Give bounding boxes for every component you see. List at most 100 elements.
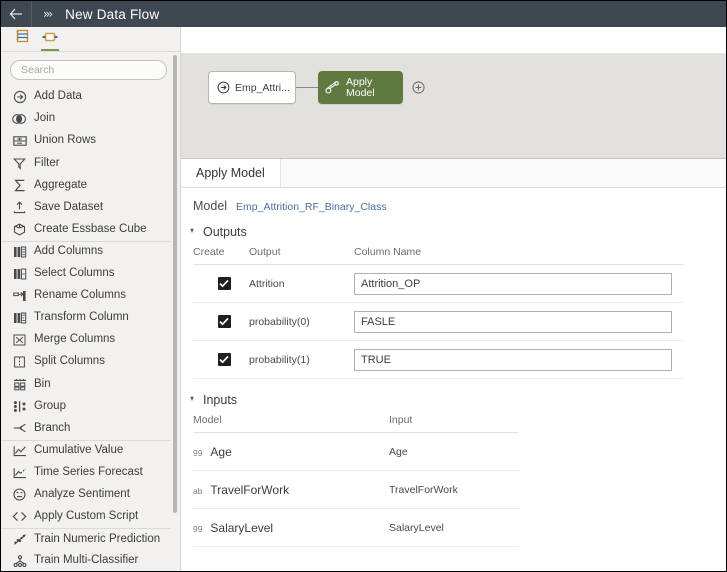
sidebar-item-merge-columns[interactable]: Merge Columns: [1, 329, 170, 351]
back-button[interactable]: [1, 1, 32, 27]
step-list: Add Data Join Union Rows: [1, 86, 180, 571]
sidebar-item-label: Time Series Forecast: [34, 467, 143, 479]
sidebar-item-aggregate[interactable]: Aggregate: [1, 174, 170, 196]
cube-icon: [12, 223, 27, 237]
sidebar-item-filter[interactable]: Filter: [1, 152, 170, 174]
model-value-link[interactable]: Emp_Attrition_RF_Binary_Class: [236, 201, 387, 213]
sidebar-item-analyze-sentiment[interactable]: Analyze Sentiment: [1, 484, 170, 506]
apply-model-icon: [325, 80, 341, 95]
bin-icon: [12, 377, 27, 391]
sidebar-item-train-numeric-prediction[interactable]: Train Numeric Prediction: [1, 528, 170, 550]
input-field-cell[interactable]: Age: [389, 433, 519, 471]
outputs-table-header-row: Create Output Column Name: [193, 246, 684, 265]
chevrons-right-icon: »›: [43, 7, 51, 21]
sidebar-item-label: Transform Column: [34, 312, 129, 324]
sidebar-item-add-data[interactable]: Add Data: [1, 86, 170, 108]
sidebar-item-split-columns[interactable]: Split Columns: [1, 351, 170, 373]
sidebar-item-rename-columns[interactable]: Rename Columns: [1, 285, 170, 307]
sidebar-item-label: Analyze Sentiment: [34, 489, 130, 501]
column-name-input[interactable]: [354, 311, 672, 333]
source-dataset-node[interactable]: Emp_Attri...: [208, 71, 296, 104]
inputs-col-input: Input: [389, 414, 519, 433]
triangle-collapse-icon: ▾: [190, 395, 200, 403]
sidebar-item-label: Bin: [34, 379, 51, 391]
sidebar-item-join[interactable]: Join: [1, 108, 170, 130]
table-row: Attrition: [193, 265, 684, 303]
inputs-table: Model Input 99 Age Age: [193, 414, 519, 547]
sidebar-item-create-essbase-cube[interactable]: Create Essbase Cube: [1, 219, 170, 241]
sidebar-item-branch[interactable]: Branch: [1, 417, 170, 439]
code-brackets-icon: [12, 510, 27, 524]
cumulative-value-icon: [12, 444, 27, 458]
column-name-input[interactable]: [354, 273, 672, 295]
create-checkbox[interactable]: [218, 315, 231, 328]
apply-model-node[interactable]: Apply Model: [318, 71, 403, 104]
outputs-table: Create Output Column Name: [193, 246, 684, 379]
sidebar-item-union-rows[interactable]: Union Rows: [1, 130, 170, 152]
sidebar-item-label: Create Essbase Cube: [34, 224, 147, 236]
sidebar-item-add-columns[interactable]: Add Columns: [1, 241, 170, 263]
create-checkbox[interactable]: [218, 353, 231, 366]
column-name-input[interactable]: [354, 349, 672, 371]
sidebar-item-select-columns[interactable]: Select Columns: [1, 263, 170, 285]
sidebar-item-label: Split Columns: [34, 356, 105, 368]
tab-apply-model[interactable]: Apply Model: [181, 159, 281, 187]
node-chain: Emp_Attri... Apply: [208, 71, 425, 104]
search-input[interactable]: [10, 60, 167, 80]
sidebar-item-label: Add Columns: [34, 246, 103, 258]
sidebar-item-label: Group: [34, 401, 66, 413]
datasets-tab[interactable]: [8, 26, 36, 51]
join-icon: [12, 112, 27, 126]
rename-columns-icon: [12, 289, 27, 303]
inputs-section-label: Inputs: [203, 393, 237, 407]
inputs-col-model: Model: [193, 414, 389, 433]
sidebar-item-transform-column[interactable]: Transform Column: [1, 307, 170, 329]
group-icon: [12, 399, 27, 413]
union-rows-icon: [12, 134, 27, 148]
sidebar-item-label: Rename Columns: [34, 290, 126, 302]
save-dataset-icon: [12, 201, 27, 215]
outputs-col-create: Create: [193, 246, 249, 265]
add-step-button[interactable]: [412, 81, 425, 94]
outputs-col-output: Output: [249, 246, 354, 265]
output-name-cell: probability(1): [249, 341, 354, 379]
column-name-cell: [354, 303, 684, 341]
table-row: probability(1): [193, 341, 684, 379]
arrow-left-icon: [9, 8, 23, 20]
merge-columns-icon: [12, 333, 27, 347]
input-field-cell[interactable]: TravelForWork: [389, 471, 519, 509]
data-flow-editor: »› New Data Flow: [1, 1, 726, 571]
sidebar-scrollbar[interactable]: [173, 55, 177, 513]
sidebar-item-time-series-forecast[interactable]: Time Series Forecast: [1, 462, 170, 484]
train-numeric-prediction-icon: [12, 532, 27, 546]
create-checkbox[interactable]: [218, 277, 231, 290]
sidebar-item-cumulative-value[interactable]: Cumulative Value: [1, 440, 170, 462]
apply-model-node-label: Apply Model: [346, 77, 375, 98]
node-connector: [296, 87, 318, 88]
editor-body: Add Data Join Union Rows: [1, 27, 726, 571]
sidebar-item-label: Add Data: [34, 91, 82, 103]
sentiment-face-icon: [12, 488, 27, 502]
create-checkbox-cell: [193, 265, 249, 303]
sidebar-item-group[interactable]: Group: [1, 395, 170, 417]
inputs-section-header[interactable]: ▾ Inputs: [181, 393, 726, 407]
inputs-section: ▾ Inputs Model Input: [181, 393, 726, 547]
sidebar-item-save-dataset[interactable]: Save Dataset: [1, 196, 170, 218]
model-field-cell: 99 SalaryLevel: [193, 509, 389, 547]
sidebar-item-train-multi-classifier[interactable]: Train Multi-Classifier: [1, 550, 170, 571]
transform-column-icon: [12, 311, 27, 325]
right-side: Emp_Attri... Apply: [181, 27, 726, 571]
sidebar-item-apply-custom-script[interactable]: Apply Custom Script: [1, 506, 170, 528]
time-series-forecast-icon: [12, 466, 27, 480]
model-field-name: SalaryLevel: [210, 521, 273, 535]
output-name-cell: Attrition: [249, 265, 354, 303]
sidebar-item-label: Aggregate: [34, 180, 87, 192]
apply-model-node-label-line2: Model: [346, 88, 375, 99]
model-label: Model: [193, 199, 227, 213]
dataflow-canvas[interactable]: Emp_Attri... Apply: [181, 53, 726, 158]
sidebar-item-bin[interactable]: Bin: [1, 373, 170, 395]
input-field-cell[interactable]: SalaryLevel: [389, 509, 519, 547]
sidebar-item-label: Join: [34, 113, 55, 125]
outputs-section-header[interactable]: ▾ Outputs: [181, 225, 726, 239]
dataflow-steps-tab[interactable]: [36, 26, 64, 51]
